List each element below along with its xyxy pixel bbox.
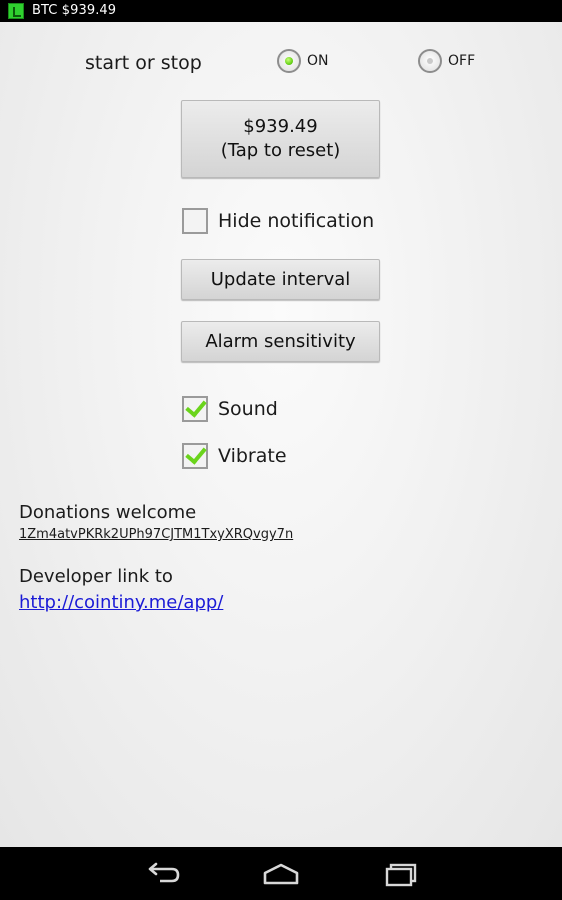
status-bar-text: BTC $939.49 bbox=[32, 3, 117, 18]
radio-on-indicator[interactable] bbox=[277, 49, 301, 73]
sound-checkbox[interactable] bbox=[182, 395, 208, 422]
back-icon[interactable] bbox=[140, 857, 184, 889]
radio-off-indicator[interactable] bbox=[418, 49, 442, 73]
home-icon[interactable] bbox=[259, 857, 303, 889]
radio-off-label: OFF bbox=[448, 53, 476, 69]
update-interval-button[interactable]: Update interval bbox=[181, 259, 380, 300]
price-reset-button[interactable]: $939.49 (Tap to reset) bbox=[181, 100, 380, 178]
update-interval-label: Update interval bbox=[210, 269, 351, 290]
price-value: $939.49 bbox=[243, 116, 318, 137]
radio-on-label: ON bbox=[307, 53, 329, 69]
navigation-bar bbox=[0, 847, 562, 900]
alarm-sensitivity-label: Alarm sensitivity bbox=[205, 331, 356, 352]
vibrate-label: Vibrate bbox=[218, 445, 287, 467]
hide-notification-checkbox[interactable] bbox=[182, 208, 208, 234]
hide-notification-checkbox-row[interactable]: Hide notification bbox=[182, 207, 374, 235]
tap-to-reset-label: (Tap to reset) bbox=[220, 140, 341, 161]
main-content: start or stop ON OFF $939.49 (Tap to res… bbox=[0, 22, 562, 847]
alarm-sensitivity-button[interactable]: Alarm sensitivity bbox=[181, 321, 380, 362]
sound-label: Sound bbox=[218, 398, 278, 420]
bitcoin-app-icon bbox=[8, 3, 24, 19]
developer-link[interactable]: http://cointiny.me/app/ bbox=[19, 592, 223, 613]
radio-off[interactable]: OFF bbox=[418, 48, 475, 74]
status-bar: BTC $939.49 bbox=[0, 0, 562, 22]
developer-title: Developer link to bbox=[19, 566, 173, 587]
vibrate-checkbox[interactable] bbox=[182, 442, 208, 469]
checkmark-icon bbox=[185, 442, 207, 465]
donations-title: Donations welcome bbox=[19, 502, 197, 523]
vibrate-checkbox-row[interactable]: Vibrate bbox=[182, 442, 287, 470]
checkmark-icon bbox=[185, 395, 207, 418]
sound-checkbox-row[interactable]: Sound bbox=[182, 395, 278, 423]
start-stop-label: start or stop bbox=[85, 52, 202, 74]
donation-address-link[interactable]: 1Zm4atvPKRk2UPh97CJTM1TxyXRQvgy7n bbox=[19, 527, 293, 542]
radio-on[interactable]: ON bbox=[277, 48, 329, 74]
hide-notification-label: Hide notification bbox=[218, 210, 375, 232]
recent-apps-icon[interactable] bbox=[379, 857, 423, 889]
